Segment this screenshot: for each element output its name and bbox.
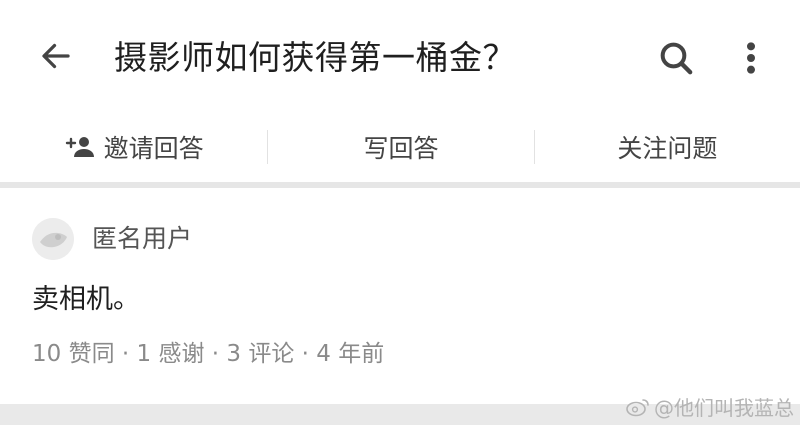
more-vertical-icon bbox=[747, 42, 755, 74]
watermark: @他们叫我蓝总 bbox=[626, 392, 794, 421]
author-name[interactable]: 匿名用户 bbox=[92, 222, 192, 256]
invite-answer-button[interactable]: 邀请回答 bbox=[0, 112, 267, 182]
watermark-text: @他们叫我蓝总 bbox=[654, 396, 794, 420]
more-options-button[interactable] bbox=[733, 36, 769, 80]
invite-answer-label: 邀请回答 bbox=[103, 134, 204, 163]
follow-question-label: 关注问题 bbox=[617, 134, 718, 163]
answer-meta: 10 赞同 · 1 感谢 · 3 评论 · 4 年前 bbox=[32, 341, 385, 367]
weibo-logo-icon bbox=[626, 397, 650, 417]
question-title: 摄影师如何获得第一桶金？ bbox=[114, 38, 516, 77]
search-button[interactable] bbox=[652, 36, 700, 80]
arrow-left-icon bbox=[42, 43, 70, 69]
follow-question-button[interactable]: 关注问题 bbox=[535, 112, 800, 182]
write-answer-label: 写回答 bbox=[363, 134, 439, 163]
question-action-bar: 邀请回答 写回答 关注问题 bbox=[0, 112, 800, 182]
back-button[interactable] bbox=[34, 34, 78, 78]
write-answer-button[interactable]: 写回答 bbox=[268, 112, 533, 182]
anonymous-avatar-icon bbox=[32, 218, 74, 260]
avatar[interactable] bbox=[32, 218, 74, 260]
answer-content[interactable]: 卖相机。 bbox=[32, 282, 140, 318]
top-app-bar: 摄影师如何获得第一桶金？ bbox=[0, 0, 800, 112]
answer-card[interactable]: 匿名用户 卖相机。 10 赞同 · 1 感谢 · 3 评论 · 4 年前 bbox=[0, 188, 800, 404]
search-icon bbox=[660, 42, 693, 75]
add-person-icon bbox=[64, 135, 96, 159]
